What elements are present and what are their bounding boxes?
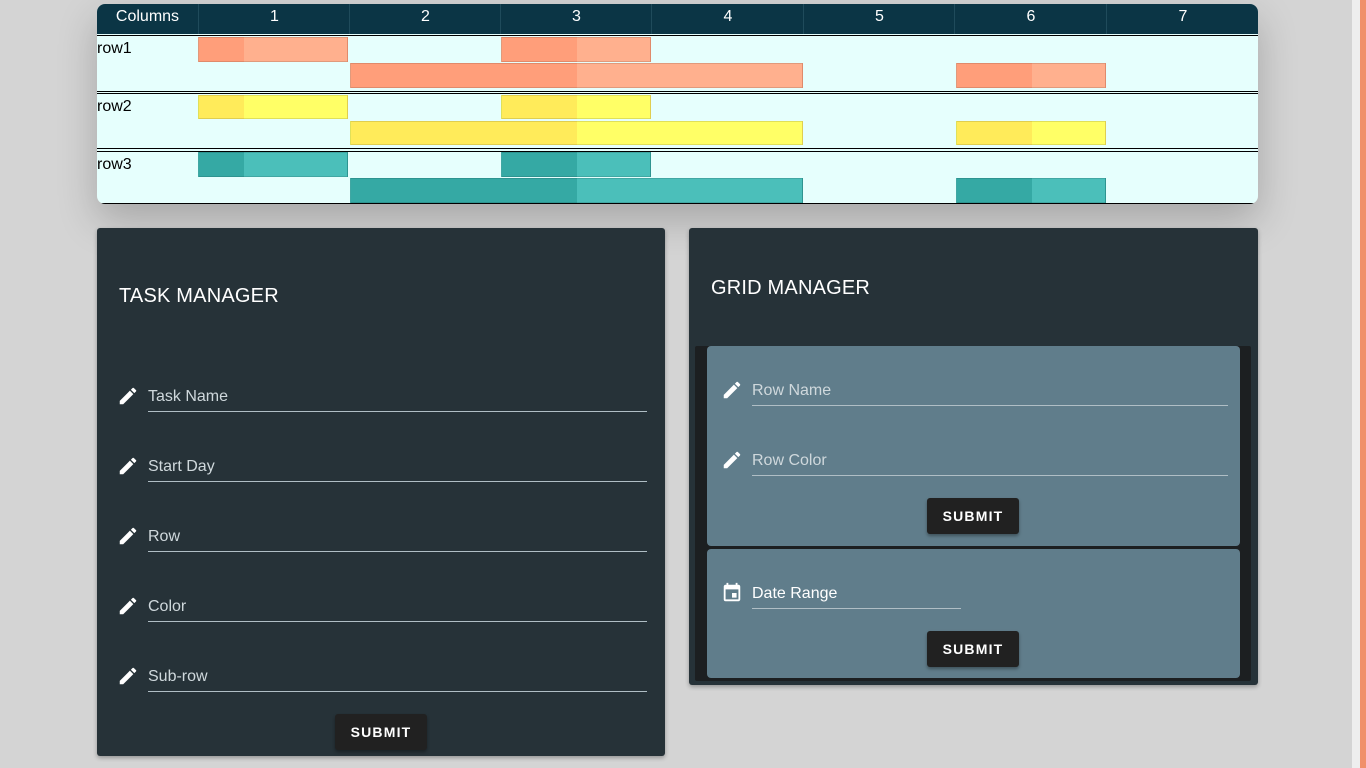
input-underline — [752, 475, 1228, 476]
start-day-label: Start Day — [148, 458, 215, 475]
input-underline — [148, 481, 647, 482]
task-bar[interactable] — [501, 152, 651, 177]
input-underline — [752, 608, 961, 609]
grid-manager-panel: GRID MANAGER Row Name Row Color SUBMIT D… — [689, 228, 1258, 685]
grid-column-1: 1 — [198, 4, 350, 34]
pencil-icon — [119, 457, 137, 475]
grid-header-columns: Columns — [115, 8, 180, 25]
row-color-label: Row Color — [752, 452, 827, 469]
task-name-label: Task Name — [148, 388, 229, 405]
input-underline — [148, 691, 647, 692]
task-bar[interactable] — [956, 178, 1106, 203]
row-label-row3: row3 — [97, 156, 132, 173]
pencil-icon — [119, 667, 137, 685]
input-underline — [752, 405, 1228, 406]
color-label: Color — [148, 598, 187, 615]
row-divider — [97, 203, 1258, 204]
date-submit-button[interactable]: SUBMIT — [927, 631, 1019, 667]
start-day-field[interactable]: Start Day — [117, 455, 647, 485]
row-submit-button[interactable]: SUBMIT — [927, 498, 1019, 534]
input-underline — [148, 551, 647, 552]
calendar-icon — [723, 582, 741, 602]
pencil-icon — [119, 527, 137, 545]
task-bar[interactable] — [501, 37, 651, 62]
row-label-row2: row2 — [97, 98, 132, 115]
task-bar[interactable] — [956, 63, 1106, 88]
grid-column-5: 5 — [803, 4, 955, 34]
row-color-field[interactable]: Row Color — [721, 449, 1228, 479]
row-divider — [97, 93, 1258, 94]
grid-column-4: 4 — [651, 4, 804, 34]
grid-column-6: 6 — [954, 4, 1107, 34]
grid-column-2: 2 — [349, 4, 501, 34]
row-divider — [97, 91, 1258, 92]
task-manager-title: TASK MANAGER — [119, 285, 279, 307]
date-range-label: Date Range — [752, 585, 838, 602]
row-divider — [97, 35, 1258, 36]
task-bar[interactable] — [198, 152, 348, 177]
row-label-row1: row1 — [97, 40, 132, 57]
pencil-icon — [723, 381, 741, 399]
task-bar[interactable] — [350, 63, 803, 88]
task-name-field[interactable]: Task Name — [117, 385, 647, 415]
pencil-icon — [723, 451, 741, 469]
grid-header: Columns 1 2 3 4 5 6 7 — [97, 4, 1258, 34]
pencil-icon — [119, 387, 137, 405]
input-underline — [148, 411, 647, 412]
input-underline — [148, 621, 647, 622]
row-divider — [97, 148, 1258, 149]
date-range-card: Date Range SUBMIT — [707, 549, 1240, 678]
grid-manager-title: GRID MANAGER — [711, 277, 871, 299]
date-range-field[interactable]: Date Range — [721, 582, 961, 612]
task-manager-panel: TASK MANAGER Task Name Start Day Row Col… — [97, 228, 665, 756]
row-label: Row — [148, 528, 181, 545]
sub-row-label: Sub-row — [148, 668, 208, 685]
scrollbar-accent — [1360, 0, 1366, 768]
task-bar[interactable] — [350, 178, 803, 203]
scrollbar-track[interactable] — [1352, 0, 1360, 768]
task-bar[interactable] — [198, 95, 348, 119]
schedule-grid: Columns 1 2 3 4 5 6 7 row1 row2 row3 — [97, 4, 1258, 204]
grid-column-7: 7 — [1106, 4, 1258, 34]
task-bar[interactable] — [956, 121, 1106, 145]
task-bar[interactable] — [198, 37, 348, 62]
task-bar[interactable] — [350, 121, 803, 145]
task-bar[interactable] — [501, 95, 651, 119]
row-name-label: Row Name — [752, 382, 832, 399]
row-field[interactable]: Row — [117, 525, 647, 555]
color-field[interactable]: Color — [117, 595, 647, 625]
grid-manager-forms: Row Name Row Color SUBMIT Date Range SUB… — [695, 346, 1251, 681]
sub-row-field[interactable]: Sub-row — [117, 665, 647, 695]
pencil-icon — [119, 597, 137, 615]
task-submit-button[interactable]: SUBMIT — [335, 714, 427, 750]
row-name-field[interactable]: Row Name — [721, 379, 1228, 409]
grid-column-3: 3 — [500, 4, 652, 34]
row-settings-card: Row Name Row Color SUBMIT — [707, 346, 1240, 546]
